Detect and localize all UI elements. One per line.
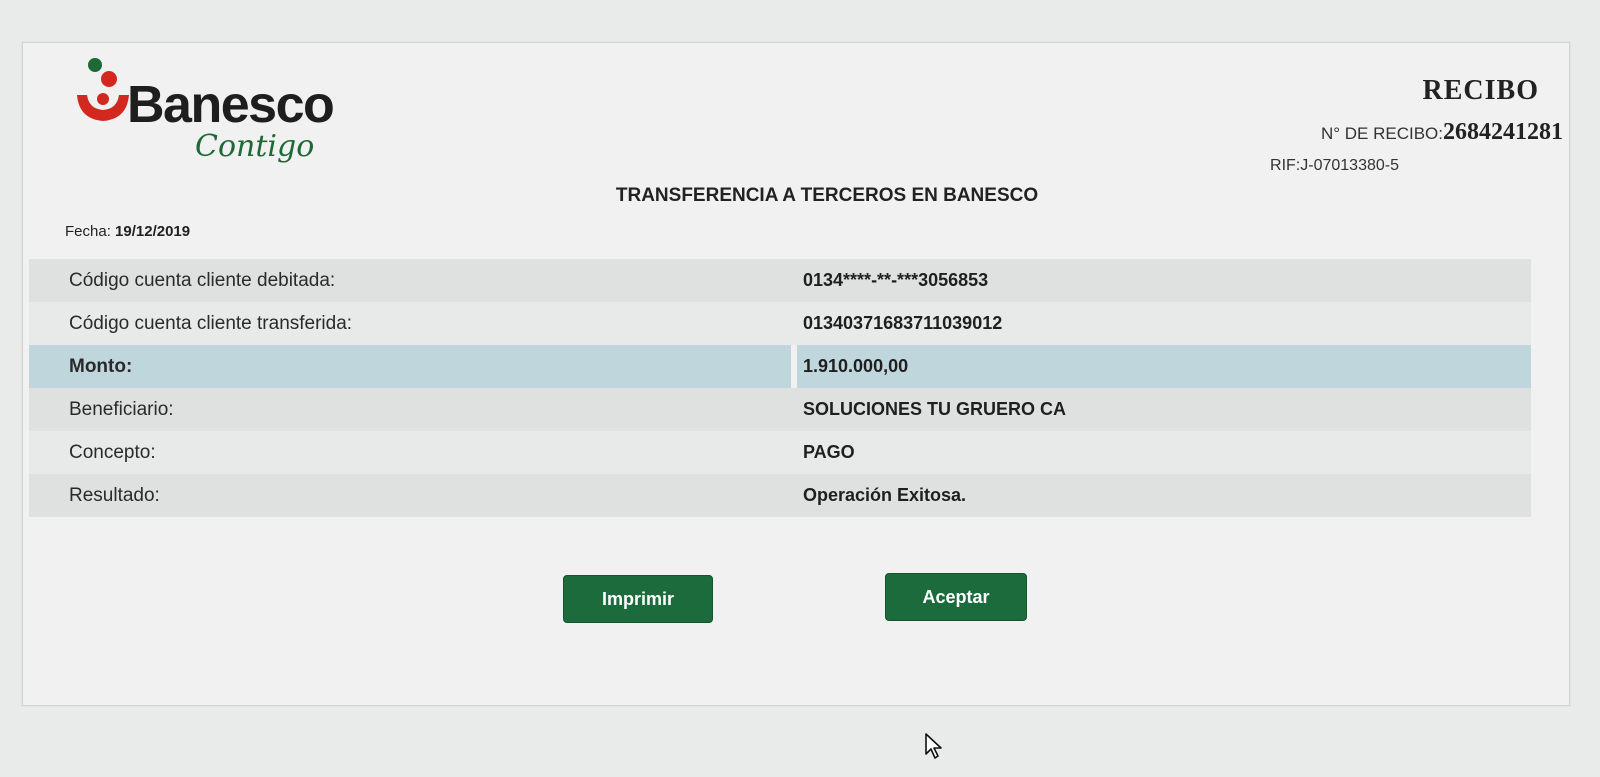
receipt-panel: Banesco Contigo RECIBO N° DE RECIBO:2684… (22, 42, 1570, 706)
detail-value: SOLUCIONES TU GRUERO CA (803, 399, 1067, 419)
detail-value: 01340371683711039012 (803, 313, 1003, 333)
print-button[interactable]: Imprimir (563, 575, 713, 623)
date-value: 19/12/2019 (115, 223, 191, 240)
detail-row-beneficiary: Beneficiario: SOLUCIONES TU GRUERO CA (29, 388, 1531, 431)
page-title: TRANSFERENCIA A TERCEROS EN BANESCO (23, 185, 1571, 207)
accept-button[interactable]: Aceptar (885, 573, 1027, 621)
detail-row-concept: Concepto: PAGO (29, 431, 1531, 474)
detail-label: Resultado: (69, 484, 160, 506)
detail-label: Código cuenta cliente transferida: (69, 312, 353, 334)
brand-name: Banesco (127, 76, 335, 134)
date-label: Fecha: (65, 223, 111, 240)
detail-row-result: Resultado: Operación Exitosa. (29, 474, 1531, 517)
detail-label: Código cuenta cliente debitada: (69, 269, 336, 291)
banesco-logo: Banesco Contigo (75, 57, 375, 177)
banesco-logo-icon (77, 58, 129, 121)
detail-label: Concepto: (69, 441, 156, 463)
rif: RIF:J-07013380-5 (1270, 157, 1399, 174)
detail-row-transferred-account: Código cuenta cliente transferida: 01340… (29, 302, 1531, 345)
detail-value: Operación Exitosa. (803, 485, 967, 505)
brand-tagline: Contigo (195, 129, 315, 164)
detail-value: PAGO (803, 442, 855, 462)
detail-label: Beneficiario: (69, 398, 174, 420)
receipt-title: RECIBO (1422, 75, 1539, 106)
detail-row-debited-account: Código cuenta cliente debitada: 0134****… (29, 259, 1531, 302)
detail-value: 0134****-**-***3056853 (803, 270, 989, 290)
date-field: Fecha: 19/12/2019 (65, 223, 190, 240)
details-table: Código cuenta cliente debitada: 0134****… (29, 259, 1531, 517)
page-title-text: TRANSFERENCIA A TERCEROS EN BANESCO (615, 185, 1039, 206)
detail-row-amount: Monto: 1.910.000,00 (29, 345, 1531, 388)
mouse-pointer-icon (925, 733, 942, 759)
receipt-number: N° DE RECIBO:2684241281 (1321, 119, 1563, 146)
detail-label: Monto: (69, 355, 133, 377)
receipt-number-value: 2684241281 (1443, 119, 1563, 145)
row-divider (791, 345, 797, 388)
detail-value: 1.910.000,00 (803, 356, 909, 376)
receipt-number-label: N° DE RECIBO: (1320, 124, 1443, 143)
